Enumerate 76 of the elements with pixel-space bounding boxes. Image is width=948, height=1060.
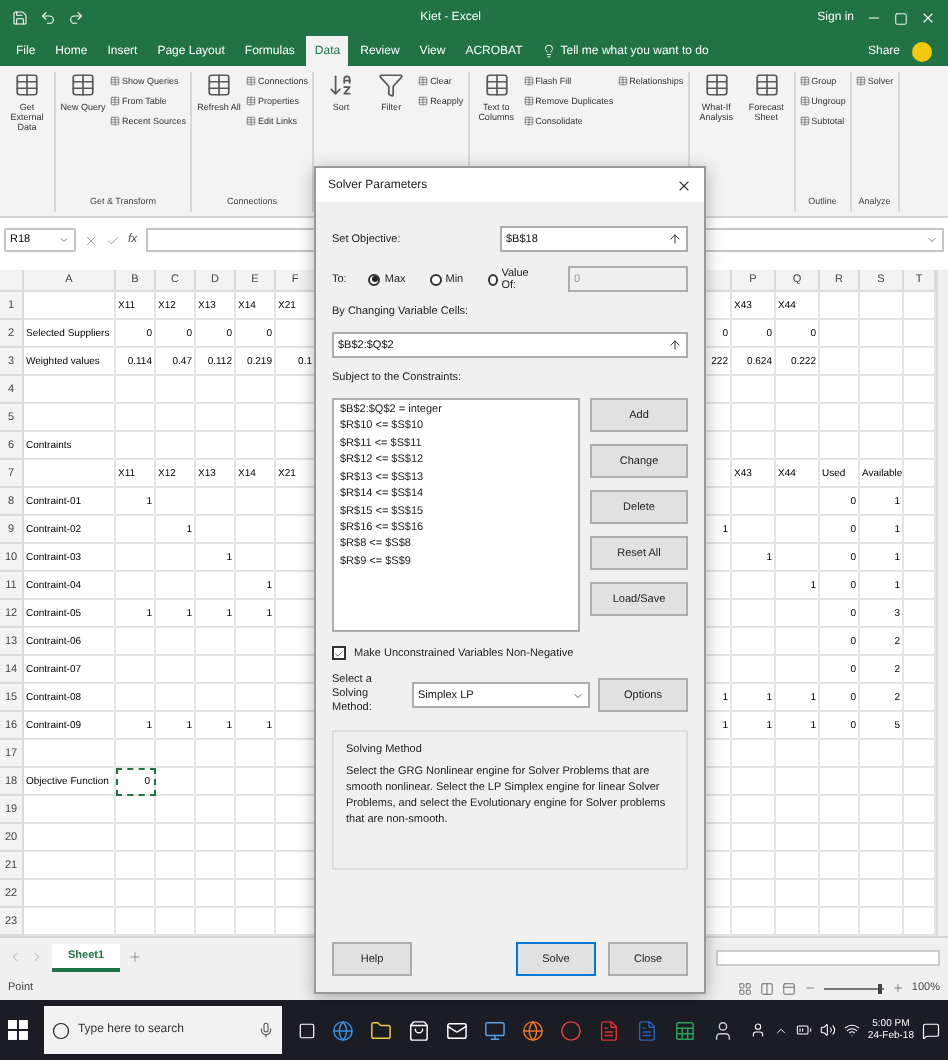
- check-icon: [334, 647, 344, 659]
- user-icon: [711, 1019, 734, 1041]
- notification-icon: [922, 1021, 940, 1039]
- table-icon: [110, 116, 120, 126]
- zoom-in-icon: [891, 982, 904, 994]
- avatar[interactable]: [912, 41, 932, 61]
- spreadsheet-icon: [674, 1019, 696, 1041]
- table-icon: [418, 96, 429, 106]
- table-icon: [523, 76, 534, 86]
- microphone-icon: [258, 1022, 275, 1038]
- radio-icon[interactable]: [368, 273, 381, 285]
- table-icon: [799, 96, 810, 106]
- collapse-icon: [668, 338, 682, 352]
- table-icon: [799, 116, 810, 126]
- sort-icon: [328, 72, 355, 98]
- collapse-icon: [668, 232, 682, 246]
- caret-icon: [572, 689, 584, 702]
- caret-icon: [58, 234, 70, 246]
- vertical-scrollbar[interactable]: [936, 270, 948, 936]
- page-break-icon: [781, 981, 796, 995]
- zoom-out-icon: [803, 982, 816, 994]
- table-icon: [246, 116, 257, 126]
- table-icon: [703, 72, 730, 98]
- table-icon: [753, 72, 780, 98]
- table-icon: [110, 96, 120, 106]
- folder-icon: [370, 1019, 393, 1041]
- undo-icon: [40, 10, 56, 26]
- radio-icon[interactable]: [487, 273, 498, 285]
- scroll-right-icon: [30, 950, 44, 964]
- zoom-thumb[interactable]: [878, 983, 883, 993]
- monitor-icon: [484, 1019, 507, 1041]
- table-icon: [246, 96, 257, 106]
- normal-view-icon: [737, 981, 752, 995]
- horizontal-scrollbar[interactable]: [716, 949, 940, 965]
- document-icon: [636, 1019, 659, 1041]
- table-icon: [14, 72, 40, 98]
- page-layout-icon: [759, 981, 774, 995]
- lightbulb-icon: [542, 44, 557, 58]
- task-view-icon: [298, 1021, 317, 1039]
- globe-icon: [332, 1019, 355, 1041]
- table-icon: [617, 76, 628, 86]
- table-icon: [523, 96, 534, 106]
- bag-icon: [408, 1019, 431, 1041]
- redo-icon: [68, 10, 84, 26]
- caret-icon: [926, 234, 938, 246]
- table-icon: [523, 116, 534, 126]
- table-icon: [110, 76, 120, 86]
- check-icon: [106, 233, 120, 247]
- volume-icon: [819, 1022, 836, 1038]
- cancel-icon: [84, 233, 98, 247]
- radio-icon[interactable]: [429, 273, 442, 285]
- windows-logo-icon[interactable]: [8, 1020, 28, 1040]
- mail-icon: [446, 1019, 469, 1041]
- add-sheet-icon: [128, 950, 143, 964]
- wifi-icon: [843, 1022, 860, 1038]
- circle-icon: [560, 1019, 583, 1041]
- maximize-icon: [894, 11, 908, 25]
- chevron-up-icon: [773, 1023, 788, 1037]
- user-icon: [749, 1022, 766, 1038]
- table-icon: [855, 76, 866, 86]
- globe-icon: [522, 1019, 545, 1041]
- save-icon: [12, 10, 28, 26]
- close-icon: [676, 177, 692, 193]
- table-icon: [70, 72, 96, 98]
- close-icon: [920, 10, 936, 26]
- battery-icon: [795, 1022, 812, 1038]
- table-icon: [799, 76, 810, 86]
- circle-icon: [51, 1021, 70, 1039]
- table-icon: [418, 76, 429, 86]
- document-icon: [598, 1019, 621, 1041]
- table-icon: [483, 72, 510, 98]
- table-icon: [246, 76, 257, 86]
- filter-icon: [378, 72, 405, 98]
- table-icon: [206, 72, 233, 98]
- scroll-left-icon: [8, 950, 22, 964]
- checkbox[interactable]: [332, 646, 346, 660]
